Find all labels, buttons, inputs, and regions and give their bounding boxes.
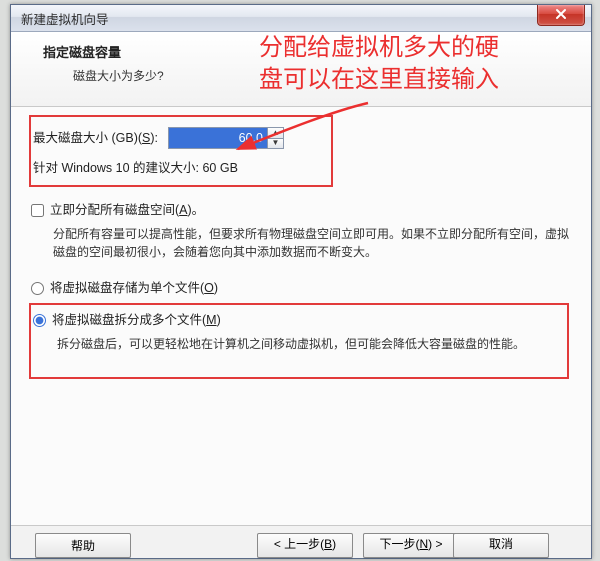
back-post: ) bbox=[332, 537, 336, 551]
allocate-now-label[interactable]: 立即分配所有磁盘空间(A)。 bbox=[50, 201, 204, 219]
store-split-label[interactable]: 将虚拟磁盘拆分成多个文件(M) bbox=[52, 311, 221, 329]
page-title: 指定磁盘容量 bbox=[43, 42, 591, 61]
next-post: ) > bbox=[428, 537, 442, 551]
close-button[interactable] bbox=[537, 5, 585, 26]
max-size-row: 最大磁盘大小 (GB)(S): ▲ ▼ bbox=[33, 127, 321, 149]
max-size-label-pre: 最大磁盘大小 (GB)( bbox=[33, 131, 142, 145]
next-button[interactable]: 下一步(N) > bbox=[363, 533, 459, 558]
allocate-now-row: 立即分配所有磁盘空间(A)。 bbox=[31, 201, 573, 219]
back-button[interactable]: < 上一步(B) bbox=[257, 533, 353, 558]
disk-size-input[interactable] bbox=[168, 127, 267, 149]
single-pre: 将虚拟磁盘存储为单个文件( bbox=[50, 281, 204, 295]
allocate-now-desc: 分配所有容量可以提高性能，但要求所有物理磁盘空间立即可用。如果不立即分配所有空间… bbox=[53, 225, 573, 261]
spinner-down[interactable]: ▼ bbox=[267, 138, 284, 150]
single-hot: O bbox=[204, 281, 214, 295]
next-pre: 下一步( bbox=[379, 537, 419, 551]
help-button[interactable]: 帮助 bbox=[35, 533, 131, 558]
max-size-label: 最大磁盘大小 (GB)(S): bbox=[33, 129, 158, 147]
back-hot: B bbox=[324, 537, 332, 551]
highlight-box-size: 最大磁盘大小 (GB)(S): ▲ ▼ 针对 Windows 10 的建议大小:… bbox=[29, 115, 333, 187]
titlebar: 新建虚拟机向导 bbox=[11, 5, 591, 32]
store-split-radio[interactable] bbox=[33, 314, 46, 327]
allocate-hot: A bbox=[179, 203, 187, 217]
highlight-box-split: 将虚拟磁盘拆分成多个文件(M) 拆分磁盘后，可以更轻松地在计算机之间移动虚拟机，… bbox=[29, 303, 569, 379]
next-hot: N bbox=[419, 537, 428, 551]
content-area: 最大磁盘大小 (GB)(S): ▲ ▼ 针对 Windows 10 的建议大小:… bbox=[11, 107, 591, 379]
footer: 帮助 < 上一步(B) 下一步(N) > 取消 bbox=[11, 525, 591, 558]
disk-size-spinner[interactable]: ▲ ▼ bbox=[168, 127, 284, 149]
allocate-post: )。 bbox=[188, 203, 205, 217]
single-post: ) bbox=[214, 281, 218, 295]
split-post: ) bbox=[217, 313, 221, 327]
store-single-row: 将虚拟磁盘存储为单个文件(O) bbox=[31, 279, 573, 297]
window-title: 新建虚拟机向导 bbox=[21, 9, 109, 28]
store-single-label[interactable]: 将虚拟磁盘存储为单个文件(O) bbox=[50, 279, 218, 297]
close-icon bbox=[555, 8, 567, 20]
header-band: 指定磁盘容量 磁盘大小为多少? bbox=[11, 32, 591, 107]
store-split-desc: 拆分磁盘后，可以更轻松地在计算机之间移动虚拟机，但可能会降低大容量磁盘的性能。 bbox=[57, 335, 559, 353]
store-single-radio[interactable] bbox=[31, 282, 44, 295]
allocate-pre: 立即分配所有磁盘空间( bbox=[50, 203, 179, 217]
recommended-size: 针对 Windows 10 的建议大小: 60 GB bbox=[33, 159, 321, 177]
cancel-button[interactable]: 取消 bbox=[453, 533, 549, 558]
wizard-window: 新建虚拟机向导 指定磁盘容量 磁盘大小为多少? 分配给虚拟机多大的硬 盘可以在这… bbox=[10, 4, 592, 559]
allocate-now-checkbox[interactable] bbox=[31, 204, 44, 217]
back-pre: < 上一步( bbox=[274, 537, 324, 551]
page-subtitle: 磁盘大小为多少? bbox=[73, 67, 591, 84]
split-hot: M bbox=[206, 313, 216, 327]
spinner-up[interactable]: ▲ bbox=[267, 127, 284, 138]
store-split-row: 将虚拟磁盘拆分成多个文件(M) bbox=[33, 311, 559, 329]
split-pre: 将虚拟磁盘拆分成多个文件( bbox=[52, 313, 206, 327]
max-size-label-post: ): bbox=[150, 131, 158, 145]
